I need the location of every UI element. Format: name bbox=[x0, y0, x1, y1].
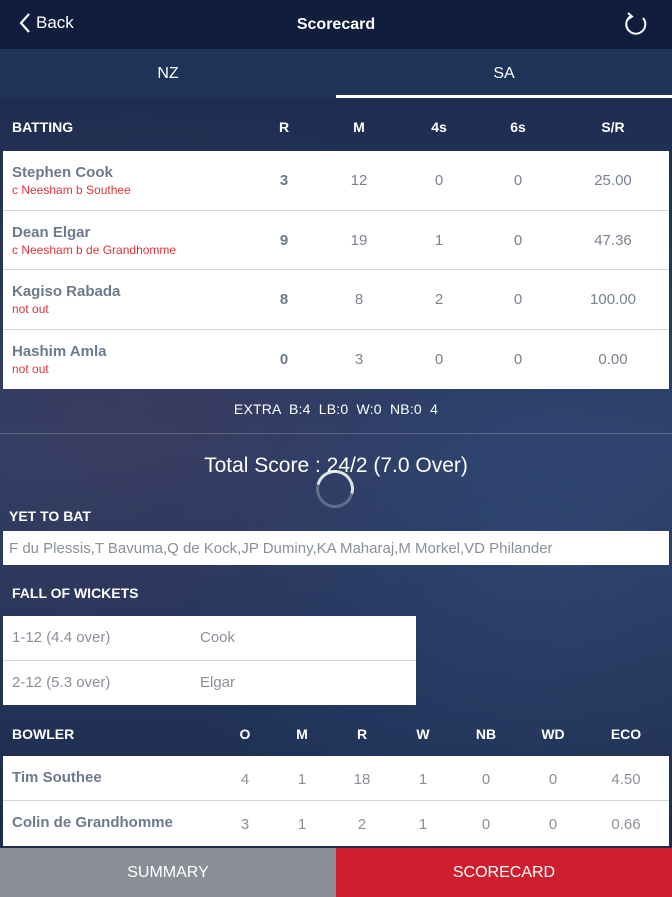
strike-rate-cell: 0.00 bbox=[598, 350, 628, 368]
dismissal-status: not out bbox=[12, 302, 49, 316]
col-strike-rate: S/R bbox=[601, 119, 625, 135]
bowler-name: Tim Southee bbox=[12, 769, 102, 786]
fall-of-wickets-header: FALL OF WICKETS bbox=[0, 581, 672, 605]
scorecard-tab[interactable]: SCORECARD bbox=[336, 848, 672, 897]
bowler-name: Colin de Grandhomme bbox=[12, 814, 173, 831]
runs-cell: 18 bbox=[353, 771, 371, 788]
table-row: 1-12 (4.4 over) Cook bbox=[3, 616, 416, 661]
col-maidens: M bbox=[296, 726, 308, 742]
table-row[interactable]: Kagiso Rabada not out 8 8 2 0 100.00 bbox=[3, 270, 669, 330]
table-row[interactable]: Colin de Grandhomme 3 1 2 1 0 0 0.66 bbox=[3, 801, 669, 846]
table-row[interactable]: Stephen Cook c Neesham b Southee 3 12 0 … bbox=[3, 151, 669, 211]
runs-cell: 8 bbox=[279, 291, 289, 308]
sixes-cell: 0 bbox=[513, 291, 523, 308]
runs-cell: 0 bbox=[279, 350, 289, 368]
wickets-cell: 1 bbox=[418, 771, 428, 788]
no-balls-cell: 0 bbox=[481, 771, 491, 788]
minutes-cell: 19 bbox=[350, 231, 368, 249]
fours-cell: 0 bbox=[434, 172, 444, 189]
chevron-left-icon bbox=[19, 13, 30, 33]
col-no-balls: NB bbox=[475, 726, 497, 742]
economy-cell: 0.66 bbox=[611, 816, 641, 833]
table-row[interactable]: Tim Southee 4 1 18 1 0 0 4.50 bbox=[3, 756, 669, 801]
overs-cell: 4 bbox=[240, 771, 250, 788]
extras-summary: EXTRA B:4 LB:0 W:0 NB:0 4 bbox=[233, 401, 439, 417]
batsman-name: Dean Elgar bbox=[12, 223, 91, 241]
strike-rate-cell: 25.00 bbox=[594, 172, 632, 189]
page-title: Scorecard bbox=[296, 15, 376, 33]
refresh-icon[interactable] bbox=[622, 10, 650, 38]
runs-cell: 2 bbox=[357, 816, 367, 833]
batting-heading: BATTING bbox=[12, 119, 74, 135]
batting-table: Stephen Cook c Neesham b Southee 3 12 0 … bbox=[3, 151, 669, 389]
sixes-cell: 0 bbox=[513, 350, 523, 368]
wicket-score: 2-12 (5.3 over) bbox=[12, 673, 111, 691]
fours-cell: 1 bbox=[434, 231, 444, 249]
bowler-header: BOWLER O M R W NB WD ECO bbox=[0, 720, 672, 748]
summary-tab[interactable]: SUMMARY bbox=[0, 848, 336, 897]
col-fours: 4s bbox=[431, 119, 447, 135]
minutes-cell: 8 bbox=[354, 291, 364, 308]
back-button[interactable]: Back bbox=[18, 12, 74, 34]
divider bbox=[0, 433, 672, 434]
yet-to-bat-heading: YET TO BAT bbox=[9, 508, 91, 524]
overs-cell: 3 bbox=[240, 816, 250, 833]
col-economy: ECO bbox=[610, 726, 642, 742]
yet-to-bat-header: YET TO BAT bbox=[0, 504, 672, 528]
bottom-nav: SUMMARY SCORECARD bbox=[0, 848, 672, 897]
col-wickets: W bbox=[416, 726, 430, 742]
minutes-cell: 12 bbox=[350, 172, 368, 189]
sixes-cell: 0 bbox=[513, 231, 523, 249]
bowling-table: Tim Southee 4 1 18 1 0 0 4.50 Colin de G… bbox=[3, 756, 669, 846]
table-row[interactable]: Hashim Amla not out 0 3 0 0 0.00 bbox=[3, 330, 669, 390]
back-label: Back bbox=[36, 13, 74, 32]
app-header: Back Scorecard bbox=[0, 0, 672, 49]
fall-of-wickets-table: 1-12 (4.4 over) Cook 2-12 (5.3 over) Elg… bbox=[3, 616, 416, 705]
maidens-cell: 1 bbox=[297, 771, 307, 788]
batsman-name: Hashim Amla bbox=[12, 342, 107, 360]
batting-header: BATTING R M 4s 6s S/R bbox=[0, 104, 672, 150]
table-row: 2-12 (5.3 over) Elgar bbox=[3, 661, 416, 706]
tab-sa[interactable]: SA bbox=[336, 49, 672, 98]
yet-to-bat-list: F du Plessis,T Bavuma,Q de Kock,JP Dumin… bbox=[3, 531, 669, 565]
sixes-cell: 0 bbox=[513, 172, 523, 189]
wickets-cell: 1 bbox=[418, 816, 428, 833]
batsman-name: Kagiso Rabada bbox=[12, 283, 121, 300]
no-balls-cell: 0 bbox=[481, 816, 491, 833]
bowler-heading: BOWLER bbox=[12, 726, 75, 742]
runs-cell: 3 bbox=[279, 172, 289, 189]
fours-cell: 2 bbox=[434, 291, 444, 308]
strike-rate-cell: 100.00 bbox=[590, 291, 636, 308]
maidens-cell: 1 bbox=[297, 816, 307, 833]
col-wides: WD bbox=[541, 726, 565, 742]
col-runs: R bbox=[278, 119, 290, 135]
minutes-cell: 3 bbox=[354, 350, 364, 368]
batsman-name: Stephen Cook bbox=[12, 164, 113, 181]
fours-cell: 0 bbox=[434, 350, 444, 368]
economy-cell: 4.50 bbox=[611, 771, 641, 788]
col-minutes: M bbox=[353, 119, 365, 135]
table-row[interactable]: Dean Elgar c Neesham b de Grandhomme 9 1… bbox=[3, 211, 669, 270]
wicket-player: Elgar bbox=[200, 673, 236, 691]
col-sixes: 6s bbox=[510, 119, 526, 135]
dismissal-status: not out bbox=[12, 361, 49, 376]
wicket-player: Cook bbox=[200, 629, 236, 646]
dismissal-status: c Neesham b de Grandhomme bbox=[12, 242, 177, 257]
wides-cell: 0 bbox=[548, 816, 558, 833]
wides-cell: 0 bbox=[548, 771, 558, 788]
team-tabs: NZ SA bbox=[0, 49, 672, 98]
tab-nz[interactable]: NZ bbox=[0, 49, 336, 98]
col-runs-conceded: R bbox=[356, 726, 368, 742]
fall-of-wickets-heading: FALL OF WICKETS bbox=[12, 585, 139, 601]
dismissal-status: c Neesham b Southee bbox=[12, 183, 131, 197]
wicket-score: 1-12 (4.4 over) bbox=[12, 629, 111, 646]
col-overs: O bbox=[239, 726, 251, 742]
strike-rate-cell: 47.36 bbox=[594, 231, 632, 249]
runs-cell: 9 bbox=[279, 231, 289, 249]
